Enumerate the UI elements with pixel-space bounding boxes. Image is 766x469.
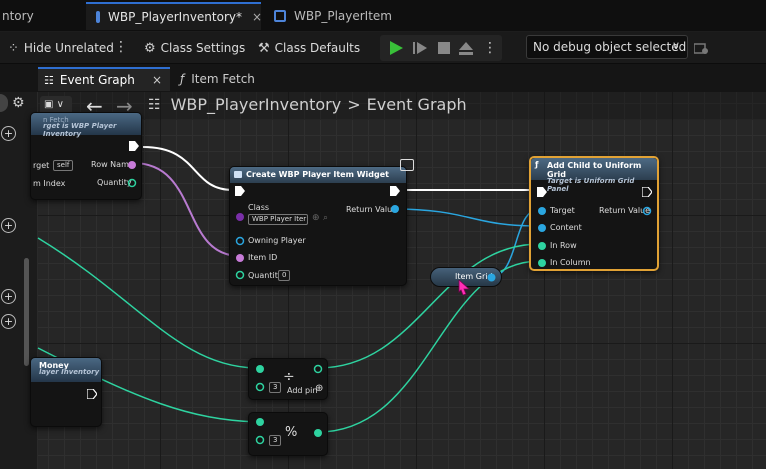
modulo-node[interactable]: % 3 (248, 412, 328, 456)
class-label: Class (248, 203, 270, 212)
divisor-value[interactable]: 3 (269, 435, 282, 446)
modulo-operator: % (285, 425, 298, 440)
content-pin[interactable] (537, 223, 547, 233)
divisor-value[interactable]: 3 (269, 382, 282, 393)
browse-icon[interactable]: ⊕ (312, 213, 320, 223)
node-header: Money layer Inventory (31, 358, 101, 382)
create-widget-node[interactable]: Create WBP Player Item Widget Class WBP … (229, 166, 407, 286)
dividend-pin[interactable] (255, 364, 265, 374)
exec-out-pin[interactable] (87, 389, 97, 399)
result-pin[interactable] (313, 428, 323, 438)
item-id-label: Item ID (248, 253, 278, 262)
node-title: Create WBP Player Item Widget (246, 170, 389, 179)
exec-out-pin[interactable] (642, 187, 652, 197)
item-fetch-node[interactable]: n Fetch rget is WBP Player Inventory rge… (30, 112, 142, 200)
widget-icon (234, 171, 242, 178)
item-index-label: m Index (33, 179, 66, 188)
return-value-pin[interactable] (390, 204, 400, 214)
row-name-pin[interactable] (127, 160, 137, 170)
target-label: rget (33, 161, 50, 170)
money-node[interactable]: Money layer Inventory (30, 357, 102, 427)
node-subtitle: Target is Uniform Grid Panel (547, 177, 635, 193)
node-header: Create WBP Player Item Widget (230, 167, 406, 183)
result-pin[interactable] (313, 364, 323, 374)
in-column-label: In Column (550, 258, 591, 267)
add-child-node[interactable]: ƒ Add Child to Uniform Grid Target is Un… (529, 156, 659, 271)
node-subtitle: rget is WBP Player Inventory (43, 122, 117, 138)
node-header: ƒ Add Child to Uniform Grid Target is Un… (531, 158, 657, 193)
in-row-pin[interactable] (537, 241, 547, 251)
divide-node[interactable]: ÷ 3 Add pin ⊕ (248, 358, 328, 400)
quantity-pin[interactable] (127, 178, 137, 188)
node-header: n Fetch rget is WBP Player Inventory (31, 113, 141, 138)
divide-operator: ÷ (283, 369, 295, 385)
add-pin-icon[interactable]: ⊕ (315, 383, 323, 394)
in-row-label: In Row (550, 241, 577, 250)
target-value[interactable]: self (53, 160, 74, 171)
exec-in-pin[interactable] (537, 187, 547, 197)
content-label: Content (550, 223, 582, 232)
search-icon[interactable]: ⌕ (323, 213, 328, 223)
divisor-pin[interactable] (255, 382, 265, 392)
widget-preview-icon (400, 159, 414, 171)
mouse-cursor-icon (458, 280, 470, 295)
class-pin[interactable] (235, 212, 245, 222)
target-pin[interactable] (537, 206, 547, 216)
node-subtitle: layer Inventory (39, 368, 100, 376)
class-value[interactable]: WBP Player Iter (248, 214, 308, 225)
item-id-pin[interactable] (235, 253, 245, 263)
return-value-pin[interactable] (642, 206, 652, 216)
exec-out-pin[interactable] (129, 141, 139, 151)
function-icon: ƒ (535, 160, 539, 169)
item-grid-pin[interactable] (487, 273, 496, 282)
quantity-value[interactable]: 0 (278, 270, 291, 281)
in-column-pin[interactable] (537, 258, 547, 268)
owning-player-label: Owning Player (248, 236, 306, 245)
exec-out-pin[interactable] (390, 186, 400, 196)
add-pin-label[interactable]: Add pin (287, 386, 317, 395)
divisor-pin[interactable] (255, 435, 265, 445)
exec-in-pin[interactable] (235, 186, 245, 196)
quantity-pin[interactable] (235, 270, 245, 280)
dividend-pin[interactable] (255, 417, 265, 427)
target-label: Target (550, 206, 575, 215)
owning-player-pin[interactable] (235, 236, 245, 246)
